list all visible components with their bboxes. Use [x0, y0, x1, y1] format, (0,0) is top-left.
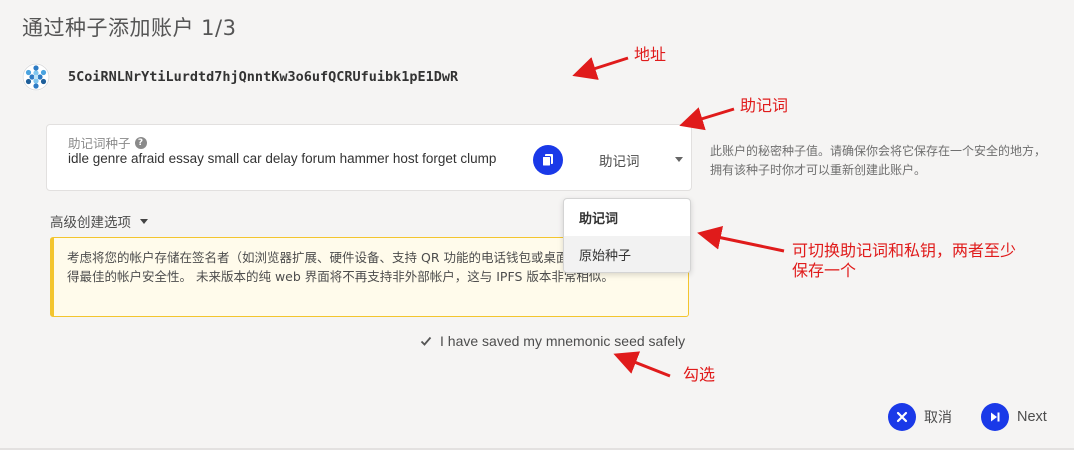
help-icon[interactable]: ?: [134, 136, 147, 149]
seed-input[interactable]: idle genre afraid essay small car delay …: [68, 151, 518, 167]
checkmark-icon: [420, 336, 431, 346]
annotation-switch-line2: 保存一个: [792, 261, 857, 280]
annotation-check: 勾选: [683, 365, 716, 384]
advanced-options-label: 高级创建选项: [50, 215, 131, 231]
advanced-options-toggle[interactable]: 高级创建选项: [50, 211, 148, 231]
arrow-checkbox: [613, 351, 671, 378]
annotation-address: 地址: [634, 45, 667, 64]
seed-type-dropdown-menu: 助记词 原始种子: [563, 198, 691, 273]
arrow-mnemonic: [679, 107, 735, 131]
annotation-mnemonic: 助记词: [740, 96, 789, 115]
seed-type-select[interactable]: 助记词: [599, 149, 683, 171]
account-address-row: 5CoiRNLNrYtiLurdtd7hjQnntKw3o6ufQCRUfuib…: [22, 63, 458, 91]
seed-type-value: 助记词: [599, 154, 640, 170]
dropdown-option-mnemonic[interactable]: 助记词: [564, 199, 690, 236]
confirm-saved-row: I have saved my mnemonic seed safely: [419, 333, 685, 349]
seed-label: 助记词种子 ?: [68, 133, 147, 152]
add-account-from-seed-modal: 通过种子添加账户 1/3 5CoiRNLNrYtiLurdtd7hjQnntKw…: [0, 0, 1074, 450]
account-identicon-icon: [22, 63, 50, 91]
copy-icon: [542, 154, 553, 167]
seed-label-text: 助记词种子: [68, 136, 131, 151]
close-icon: [888, 403, 916, 431]
dropdown-option-raw-seed[interactable]: 原始种子: [564, 236, 690, 272]
confirm-saved-label[interactable]: I have saved my mnemonic seed safely: [440, 333, 685, 349]
cancel-button-label: 取消: [924, 410, 952, 426]
arrow-address: [572, 56, 629, 80]
copy-seed-button[interactable]: [533, 145, 563, 175]
confirm-saved-checkbox[interactable]: [419, 335, 432, 348]
step-forward-icon: [981, 403, 1009, 431]
cancel-button[interactable]: 取消: [888, 403, 952, 431]
modal-title: 通过种子添加账户 1/3: [22, 16, 237, 40]
seed-input-box[interactable]: 助记词种子 ? idle genre afraid essay small ca…: [46, 124, 692, 191]
account-address: 5CoiRNLNrYtiLurdtd7hjQnntKw3o6ufQCRUfuib…: [68, 69, 459, 85]
seed-help-text: 此账户的秘密种子值。请确保你会将它保存在一个安全的地方，拥有该种子时你才可以重新…: [710, 144, 1047, 177]
next-button[interactable]: Next: [981, 403, 1047, 431]
chevron-down-icon: [675, 157, 683, 162]
caret-down-icon: [140, 218, 148, 224]
arrow-dropdown: [697, 225, 785, 253]
next-button-label: Next: [1017, 409, 1047, 425]
annotation-switch-line1: 可切换助记词和私钥，两者至少: [792, 241, 1017, 260]
